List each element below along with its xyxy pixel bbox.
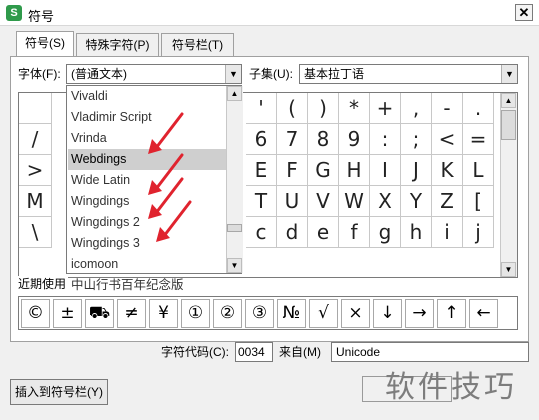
red-arrow <box>154 112 184 150</box>
watermark-text: 软件技巧 <box>385 370 517 405</box>
annotation-arrows <box>148 112 192 242</box>
red-arrow <box>162 200 192 238</box>
